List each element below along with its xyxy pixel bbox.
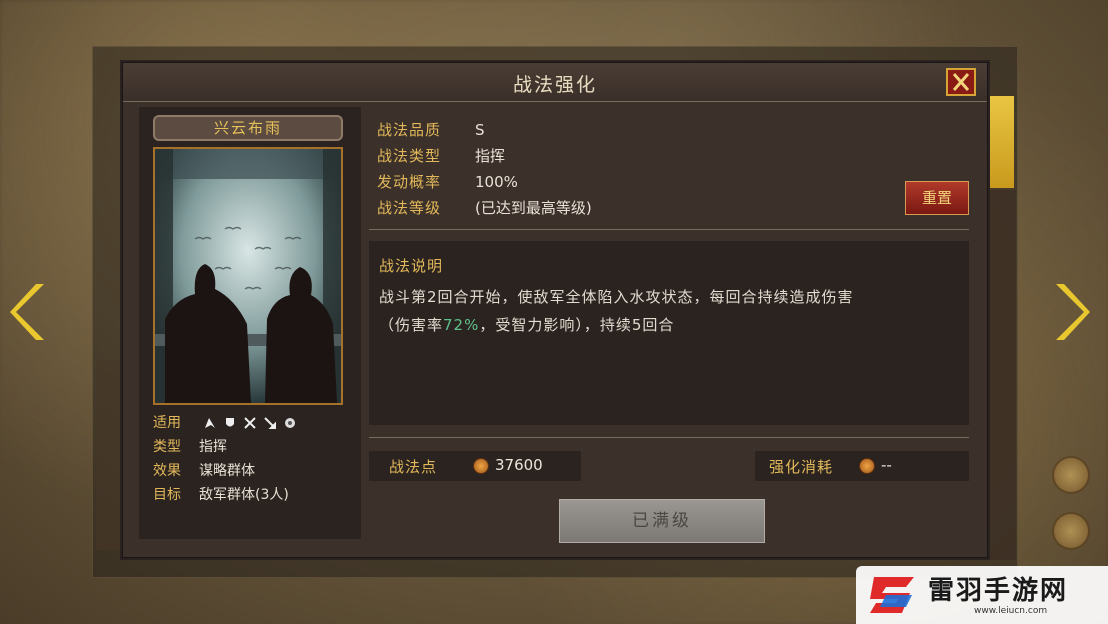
- quality-row: 战法品质 S: [377, 121, 485, 139]
- skill-enhance-dialog: 战法强化 兴云布雨 适用 类型 指挥 效果 谋略群体 目标 敌军群体(3人) 战…: [122, 62, 988, 558]
- divider: [369, 437, 969, 438]
- brand-name: 雷羽手游网: [928, 576, 1069, 606]
- coin-icon: [859, 458, 875, 474]
- crossed-swords-icon: [243, 416, 257, 430]
- skill-points: 战法点 37600: [369, 451, 581, 481]
- enhance-cost: 强化消耗 --: [755, 451, 969, 481]
- skill-info: 战法品质 S 战法类型 指挥 发动概率 100% 战法等级 (已达到最高等级): [377, 117, 592, 221]
- attr-target: 目标 敌军群体(3人): [153, 487, 289, 503]
- divider: [369, 229, 969, 230]
- description-title: 战法说明: [379, 257, 444, 275]
- reset-button[interactable]: 重置: [905, 181, 969, 215]
- side-list-strip: [986, 190, 1016, 560]
- coin-icon: [473, 458, 489, 474]
- skill-name: 兴云布雨: [153, 115, 343, 141]
- description-line-1: 战斗第2回合开始，使敌军全体陷入水攻状态，每回合持续造成伤害: [379, 288, 854, 306]
- prev-arrow-icon[interactable]: [10, 280, 50, 344]
- brand-url: www.leiucn.com: [974, 606, 1048, 616]
- side-round-icon[interactable]: [1052, 456, 1090, 494]
- next-arrow-icon[interactable]: [1050, 280, 1090, 344]
- description-box: 战法说明 战斗第2回合开始，使敌军全体陷入水攻状态，每回合持续造成伤害 （伤害率…: [369, 241, 969, 425]
- troop-icons: [203, 416, 297, 430]
- cavalry-icon: [203, 416, 217, 430]
- close-icon: [952, 73, 970, 91]
- attr-effect: 效果 谋略群体: [153, 463, 255, 479]
- enhance-cost-value: --: [881, 456, 892, 474]
- skill-points-label: 战法点: [389, 458, 438, 476]
- shield-icon: [223, 416, 237, 430]
- watermark: 雷羽手游网 www.leiucn.com: [856, 566, 1108, 624]
- enhance-cost-label: 强化消耗: [769, 458, 834, 476]
- level-row: 战法等级 (已达到最高等级): [377, 199, 592, 217]
- damage-rate: 72%: [443, 316, 480, 334]
- close-button[interactable]: [946, 68, 976, 96]
- spear-icon: [263, 416, 277, 430]
- skill-portrait: [153, 147, 343, 405]
- rate-row: 发动概率 100%: [377, 173, 518, 191]
- side-tab[interactable]: [986, 96, 1014, 188]
- attr-applicable: 适用: [153, 413, 297, 433]
- left-list-strip: [96, 360, 122, 550]
- description-line-2: （伤害率72%，受智力影响），持续5回合: [379, 316, 675, 334]
- type-row: 战法类型 指挥: [377, 147, 506, 165]
- dialog-title: 战法强化: [512, 74, 597, 96]
- title-bar: 战法强化: [123, 63, 987, 102]
- siege-icon: [283, 416, 297, 430]
- skill-points-value: 37600: [495, 456, 543, 474]
- max-level-button[interactable]: 已满级: [559, 499, 765, 543]
- side-round-icon[interactable]: [1052, 512, 1090, 550]
- brand-logo-icon: [870, 577, 914, 613]
- skill-card: 兴云布雨 适用 类型 指挥 效果 谋略群体 目标 敌军群体(3人): [139, 107, 361, 539]
- description-text: 战斗第2回合开始，使敌军全体陷入水攻状态，每回合持续造成伤害 （伤害率72%，受…: [379, 283, 959, 339]
- attr-type: 类型 指挥: [153, 439, 227, 455]
